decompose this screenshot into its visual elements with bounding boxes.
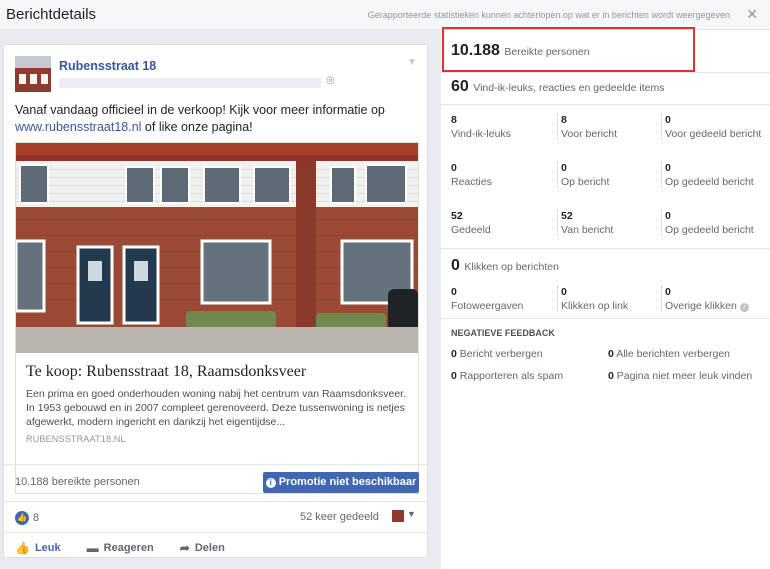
- post-link[interactable]: www.rubensstraat18.nl: [15, 120, 141, 134]
- stat-photo-views: 0 Fotoweergaven: [451, 286, 524, 312]
- stats-note: Gerapporteerde statistieken kunnen achte…: [367, 10, 730, 20]
- page-avatar[interactable]: [15, 56, 51, 92]
- comment-icon: ▬: [86, 541, 99, 555]
- page-name[interactable]: Rubensstraat 18: [59, 59, 156, 73]
- share-button[interactable]: ➦ Delen: [180, 541, 225, 555]
- stat-shares-on-shared: 0 Op gedeeld bericht: [661, 210, 766, 236]
- post-text: Vanaf vandaag officieel in de verkoop! K…: [15, 103, 385, 134]
- globe-icon: ◎: [326, 75, 335, 86]
- chevron-down-icon[interactable]: ▼: [407, 509, 416, 519]
- thumbs-up-icon: 👍: [15, 541, 30, 555]
- reach-highlight-box: [442, 27, 695, 72]
- close-icon[interactable]: ✕: [746, 6, 758, 23]
- info-icon[interactable]: i: [739, 303, 749, 312]
- clicks-stat: 0 Klikken op berichten: [451, 257, 559, 275]
- like-button[interactable]: 👍 Leuk: [15, 541, 61, 555]
- like-count[interactable]: 👍 8: [15, 511, 39, 525]
- stat-shares-from-post: 52 Van bericht: [557, 210, 662, 236]
- divider: [4, 501, 427, 502]
- dialog-header: Berichtdetails Gerapporteerde statistiek…: [0, 0, 770, 30]
- link-preview[interactable]: Te koop: Rubensstraat 18, Raamsdonksveer…: [15, 142, 419, 494]
- link-title[interactable]: Te koop: Rubensstraat 18, Raamsdonksveer: [26, 363, 306, 381]
- comment-button[interactable]: ▬ Reageren: [87, 541, 154, 555]
- stat-reactions: 0 Reacties: [451, 162, 492, 188]
- link-domain: RUBENSSTRAAT18.NL: [26, 434, 126, 444]
- promotion-button[interactable]: i Promotie niet beschikbaar: [263, 472, 419, 493]
- info-icon: i: [265, 478, 276, 488]
- divider: [441, 318, 770, 319]
- neg-unlike-page: 0 Pagina niet meer leuk vinden: [608, 370, 753, 382]
- engagement-label: Vind-ik-leuks, reacties en gedeelde item…: [473, 82, 665, 94]
- divider: [441, 104, 770, 105]
- divider: [4, 532, 427, 533]
- engagement-stat: 60 Vind-ik-leuks, reacties en gedeelde i…: [451, 78, 665, 96]
- engagement-number: 60: [451, 78, 469, 95]
- stat-reactions-on-post: 0 Op bericht: [557, 162, 662, 188]
- stat-shares: 52 Gedeeld: [451, 210, 491, 236]
- post-meta-redacted: [59, 78, 321, 88]
- thumbs-up-icon: 👍: [15, 511, 29, 525]
- dialog-title: Berichtdetails: [6, 6, 97, 23]
- clicks-label: Klikken op berichten: [464, 261, 559, 273]
- post-reach-label: 10.188 bereikte personen: [15, 476, 140, 488]
- stat-link-clicks: 0 Klikken op link: [557, 286, 662, 312]
- divider: [441, 72, 770, 73]
- neg-hide-post: 0 Bericht verbergen: [451, 348, 543, 360]
- stat-likes-on-post: 8 Voor bericht: [557, 114, 662, 140]
- share-arrow-icon: ➦: [179, 541, 190, 555]
- stats-panel: 10.188 Bereikte personen 60 Vind-ik-leuk…: [441, 30, 770, 569]
- share-count[interactable]: 52 keer gedeeld: [300, 511, 379, 523]
- neg-hide-all: 0 Alle berichten verbergen: [608, 348, 731, 360]
- divider: [4, 464, 427, 465]
- negative-feedback-title: NEGATIEVE FEEDBACK: [451, 328, 555, 338]
- clicks-number: 0: [451, 257, 460, 274]
- chevron-down-icon[interactable]: ▼: [407, 57, 417, 68]
- neg-report-spam: 0 Rapporteren als spam: [451, 370, 564, 382]
- link-description: Een prima en goed onderhouden woning nab…: [26, 388, 406, 428]
- post-actions: 👍 Leuk ▬ Reageren ➦ Delen: [15, 541, 225, 555]
- share-as-avatar[interactable]: [392, 510, 404, 522]
- stat-likes-on-shared: 0 Voor gedeeld bericht: [661, 114, 766, 140]
- stat-other-clicks: 0 Overige klikken i: [661, 286, 766, 312]
- post-card: Rubensstraat 18 ◎ ▼ Vanaf vandaag offici…: [3, 44, 428, 558]
- stat-reactions-on-shared: 0 Op gedeeld bericht: [661, 162, 766, 188]
- link-preview-image[interactable]: [16, 143, 418, 353]
- stat-likes: 8 Vind-ik-leuks: [451, 114, 511, 140]
- divider: [441, 248, 770, 249]
